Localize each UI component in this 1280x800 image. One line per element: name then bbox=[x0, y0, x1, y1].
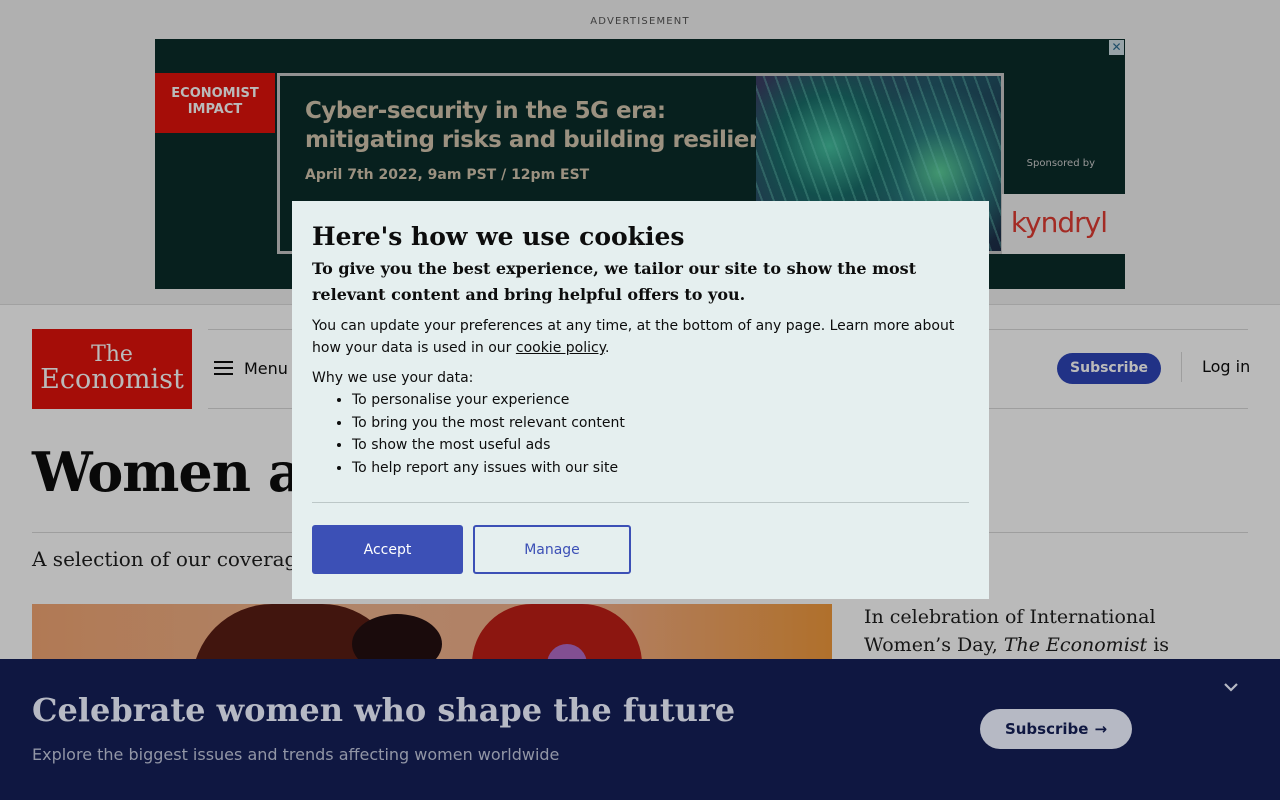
cookie-reason: To help report any issues with our site bbox=[352, 457, 969, 480]
promo-subscribe-button[interactable]: Subscribe → bbox=[980, 709, 1132, 749]
promo-title: Celebrate women who shape the future bbox=[32, 691, 736, 729]
manage-button[interactable]: Manage bbox=[473, 525, 631, 574]
cookie-title: Here's how we use cookies bbox=[312, 222, 685, 251]
promo-subtitle: Explore the biggest issues and trends af… bbox=[32, 745, 560, 764]
cookie-reason: To personalise your experience bbox=[352, 389, 969, 412]
cookie-reason: To bring you the most relevant content bbox=[352, 412, 969, 435]
cookie-dialog: Here's how we use cookies To give you th… bbox=[292, 201, 989, 599]
cookie-description-end: . bbox=[604, 340, 610, 356]
cookie-description-text: You can update your preferences at any t… bbox=[312, 318, 955, 356]
promo-subscribe-label: Subscribe bbox=[1004, 720, 1089, 738]
cookie-why-heading: Why we use your data: bbox=[312, 370, 474, 386]
cookie-lead: To give you the best experience, we tail… bbox=[312, 259, 917, 304]
promo-bar: Celebrate women who shape the future Exp… bbox=[0, 659, 1280, 800]
cookie-reason: To show the most useful ads bbox=[352, 434, 969, 457]
chevron-down-icon[interactable] bbox=[1221, 677, 1241, 697]
cookie-reasons-list: To personalise your experience To bring … bbox=[352, 389, 969, 479]
cookie-policy-link[interactable]: cookie policy bbox=[516, 340, 605, 356]
accept-button[interactable]: Accept bbox=[312, 525, 463, 574]
cookie-description: You can update your preferences at any t… bbox=[312, 315, 969, 359]
cookie-divider bbox=[312, 502, 969, 503]
arrow-right-icon: → bbox=[1094, 720, 1108, 738]
